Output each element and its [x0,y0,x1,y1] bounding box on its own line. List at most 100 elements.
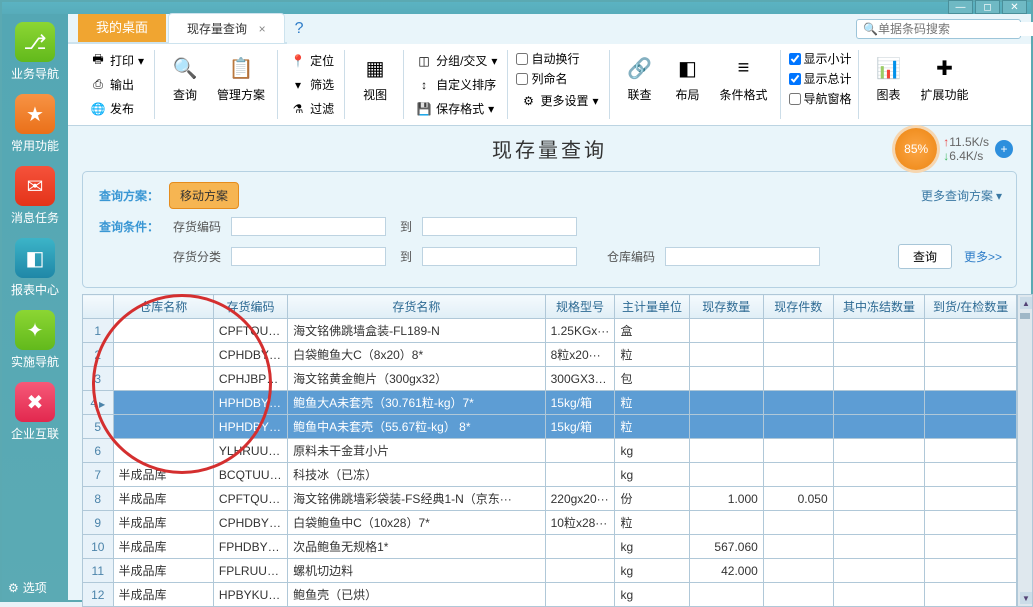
table-row[interactable]: 8半成品库CPFTQU0···海文铭佛跳墙彩袋装-FS经典1-N（京东···22… [83,487,1017,511]
grid-icon: ▦ [359,52,391,84]
class-input-to[interactable] [422,247,577,266]
cell: 300GX32··· [545,367,615,391]
scroll-thumb[interactable] [1020,313,1030,319]
publish-button[interactable]: 🌐发布 [86,98,148,119]
cell: 半成品库 [113,463,213,487]
tab-close-icon[interactable]: × [259,22,266,36]
chart-button[interactable]: 📊图表 [867,50,911,105]
table-row[interactable]: 3CPHJBP0···海文铭黄金鲍片（300gx32）300GX32···包 [83,367,1017,391]
table-row[interactable]: 11半成品库FPLRUU003螺机切边料kg42.000 [83,559,1017,583]
close-button[interactable]: ✕ [1002,0,1027,14]
table-row[interactable]: 12半成品库HPBYKU0···鲍鱼壳（已烘）kg [83,583,1017,607]
help-icon[interactable]: ? [295,20,304,38]
table-row[interactable]: 4HPHDBY0···鲍鱼大A未套壳（30.761粒-kg）7*15kg/箱粒 [83,391,1017,415]
sidebar-item-common[interactable]: ★ 常用功能 [8,94,62,154]
col-header[interactable]: 存货名称 [288,295,546,319]
label: 更多设置 [540,92,588,109]
export-icon: ⎙ [90,77,106,93]
more-link[interactable]: 更多>> [964,248,1002,265]
scroll-up-icon[interactable]: ▲ [1020,297,1032,309]
table-row[interactable]: 9半成品库CPHDBY0···白袋鲍鱼中C（10x28）7*10粒x28···粒 [83,511,1017,535]
sidebar-item-reports[interactable]: ◧ 报表中心 [8,238,62,298]
cell: CPHJBP0··· [213,367,287,391]
search-icon: 🔍 [863,22,878,36]
cell: 5 [83,415,114,439]
table-row[interactable]: 5HPHDBY1···鲍鱼中A未套壳（55.67粒-kg） 8*15kg/箱粒 [83,415,1017,439]
col-header[interactable]: 现存数量 [689,295,763,319]
col-header[interactable]: 存货编码 [213,295,287,319]
col-header[interactable]: 到货/在检数量 [925,295,1017,319]
sidebar-item-messages[interactable]: ✉ 消息任务 [8,166,62,226]
tab-desktop[interactable]: 我的桌面 [78,11,166,42]
col-header[interactable]: 主计量单位 [615,295,689,319]
cell: 8 [83,487,114,511]
cell [545,535,615,559]
query-exec-button[interactable]: 查询 [898,244,952,269]
query-button[interactable]: 🔍查询 [163,50,207,105]
cell [689,391,763,415]
sort-button[interactable]: ↕自定义排序 [412,74,501,95]
cell: 220gx20··· [545,487,615,511]
autowrap-check[interactable]: 自动换行 [516,50,602,67]
sidebar-item-biznav[interactable]: ⎇ 业务导航 [8,22,62,82]
chevron-down-icon: ▾ [488,102,494,116]
rename-check[interactable]: 列命名 [516,70,602,87]
cell [925,487,1017,511]
sidebar-item-implement[interactable]: ✦ 实施导航 [8,310,62,370]
view-button[interactable]: ▦视图 [353,50,397,105]
col-header[interactable]: 其中冻结数量 [833,295,925,319]
cell [763,583,833,607]
max-button[interactable]: ◻ [975,0,1000,14]
group-button[interactable]: ◫分组/交叉▾ [412,50,501,71]
vertical-scrollbar[interactable]: ▲ ▼ [1017,294,1033,607]
tab-stock-query[interactable]: 现存量查询 × [168,13,285,43]
scroll-down-icon[interactable]: ▼ [1020,592,1032,604]
meter-pct: 85% [895,128,937,170]
cell: 粒 [615,415,689,439]
query-panel: 查询方案： 移动方案 更多查询方案▾ 查询条件： 存货编码 到 存货分类 到 [82,171,1017,288]
table-row[interactable]: 1CPFTQU0···海文铭佛跳墙盒装-FL189-N1.25KGx···盒 [83,319,1017,343]
cell: 次品鲍鱼无规格1* [288,535,546,559]
cell: 鲍鱼中A未套壳（55.67粒-kg） 8* [288,415,546,439]
col-header[interactable]: 现存件数 [763,295,833,319]
more-scheme-link[interactable]: 更多查询方案▾ [921,187,1002,204]
min-button[interactable]: — [948,0,973,14]
condformat-button[interactable]: ≡条件格式 [714,50,774,105]
manage-scheme-button[interactable]: 📋管理方案 [211,50,271,105]
table-row[interactable]: 2CPHDBY0···白袋鲍鱼大C（8x20）8*8粒x20···粒 [83,343,1017,367]
table-row[interactable]: 6YLHRUU001原料未干金茸小片kg [83,439,1017,463]
code-input-from[interactable] [231,217,386,236]
showsum-check[interactable]: 显示总计 [789,70,852,87]
table-row[interactable]: 10半成品库FPHDBY1···次品鲍鱼无规格1*kg567.060 [83,535,1017,559]
more-button[interactable]: ⚙更多设置▾ [516,90,602,111]
layout-button[interactable]: ◧布局 [666,50,710,105]
navwin-check[interactable]: 导航窗格 [789,90,852,107]
print-button[interactable]: 🖶打印▾ [86,50,148,71]
scheme-button[interactable]: 移动方案 [169,182,239,209]
cell: HPBYKU0··· [213,583,287,607]
saveformat-button[interactable]: 💾保存格式▾ [412,98,501,119]
sidebar-options[interactable]: ⚙ 选项 [8,579,47,596]
cell [763,343,833,367]
cell: 1 [83,319,114,343]
filter-button[interactable]: ▾筛选 [286,74,338,95]
meter-add-icon[interactable]: + [995,140,1013,158]
barcode-search[interactable]: 🔍 [856,19,1021,39]
filter2-button[interactable]: ⚗过滤 [286,98,338,119]
col-header[interactable]: 仓库名称 [113,295,213,319]
sidebar-item-link[interactable]: ✖ 企业互联 [8,382,62,442]
code-input-to[interactable] [422,217,577,236]
output-button[interactable]: ⎙输出 [86,74,148,95]
class-input-from[interactable] [231,247,386,266]
link-button[interactable]: 🔗联查 [618,50,662,105]
barcode-search-input[interactable] [878,22,1033,36]
locate-button[interactable]: 📍定位 [286,50,338,71]
cell: 3 [83,367,114,391]
showsub-check[interactable]: 显示小计 [789,50,852,67]
page-title: 现存量查询 [492,134,607,163]
wh-input[interactable] [665,247,820,266]
col-header[interactable]: 规格型号 [545,295,615,319]
table-row[interactable]: 7半成品库BCQTUU014科技冰（已冻）kg [83,463,1017,487]
cell: 2 [83,343,114,367]
extend-button[interactable]: ✚扩展功能 [915,50,975,105]
